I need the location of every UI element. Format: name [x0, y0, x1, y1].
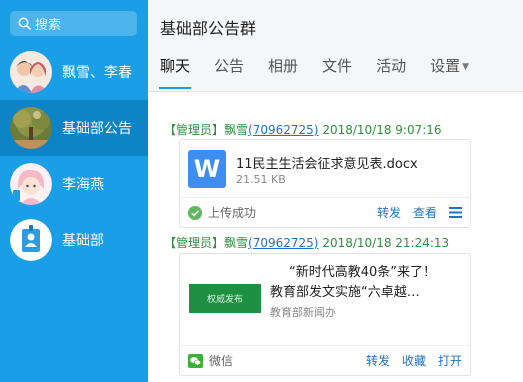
file-card[interactable]: W 11民主生活会征求意见表.docx 21.51 KB 上传成功 转发 查看 — [179, 139, 471, 228]
sender-name[interactable]: 飘雪 — [224, 236, 248, 250]
open-button[interactable]: 打开 — [438, 352, 462, 369]
sender-qq[interactable]: (70962725) — [248, 236, 318, 250]
chat-panel: 基础部公告群 聊天 公告 相册 文件 活动 设置 ▼ 【管理员】飘雪(709627… — [148, 0, 523, 382]
tree-photo-avatar — [10, 107, 52, 149]
tab-activity[interactable]: 活动 — [376, 55, 406, 76]
message-time: 2018/10/18 9:07:16 — [322, 123, 442, 137]
file-size: 21.51 KB — [236, 173, 286, 186]
message-time: 2018/10/18 21:24:13 — [322, 236, 450, 250]
sender-role: 【管理员】 — [164, 123, 225, 137]
contact-item[interactable]: 飘雪、李春 — [0, 44, 148, 100]
contact-item[interactable]: 基础部 — [0, 212, 148, 268]
file-card-footer: 上传成功 转发 查看 — [180, 197, 470, 227]
search-icon — [18, 17, 31, 30]
article-title[interactable]: “新时代高教40条”来了！ 教育部发文实施“六卓越… — [270, 263, 455, 303]
tab-settings-label: 设置 — [430, 57, 461, 75]
sender-name[interactable]: 飘雪 — [224, 123, 248, 137]
tab-album[interactable]: 相册 — [268, 55, 298, 76]
article-source: 教育部新闻办 — [270, 306, 336, 319]
chat-header: 基础部公告群 聊天 公告 相册 文件 活动 设置 ▼ — [148, 0, 523, 92]
check-circle-icon — [188, 205, 202, 220]
file-name[interactable]: 11民主生活会征求意见表.docx — [236, 153, 418, 172]
sender-role: 【管理员】 — [164, 236, 225, 250]
contact-name: 基础部 — [62, 233, 104, 249]
view-button[interactable]: 查看 — [413, 204, 437, 221]
article-title-line2: 教育部发文实施“六卓越… — [270, 285, 420, 300]
contact-item-active[interactable]: 基础部公告 — [0, 100, 148, 156]
wechat-icon — [188, 353, 203, 368]
tab-announcement[interactable]: 公告 — [214, 55, 244, 76]
favorite-button[interactable]: 收藏 — [402, 352, 426, 369]
forward-button[interactable]: 转发 — [366, 352, 390, 369]
article-card[interactable]: 权威发布 “新时代高教40条”来了！ 教育部发文实施“六卓越… 教育部新闻办 微… — [179, 253, 471, 376]
badge-avatar — [10, 219, 52, 261]
group-title: 基础部公告群 — [160, 19, 257, 38]
article-card-footer: 微信 转发 收藏 打开 — [180, 345, 470, 375]
tab-bar: 聊天 公告 相册 文件 活动 设置 ▼ — [158, 55, 493, 89]
tab-chat[interactable]: 聊天 — [158, 55, 192, 89]
source-app: 微信 — [188, 352, 354, 369]
word-doc-icon: W — [188, 150, 226, 188]
caret-down-icon: ▼ — [462, 62, 470, 72]
search-input[interactable]: 搜索 — [10, 11, 137, 36]
sender-qq[interactable]: (70962725) — [248, 123, 318, 137]
contact-name: 李海燕 — [62, 177, 104, 193]
upload-status: 上传成功 — [188, 204, 365, 221]
forward-button[interactable]: 转发 — [377, 204, 401, 221]
thumbnail-text: 权威发布 — [206, 295, 243, 305]
contact-name: 基础部公告 — [62, 121, 132, 137]
message-meta: 【管理员】飘雪(70962725) 2018/10/18 21:24:13 — [164, 234, 449, 251]
phone-icon — [12, 189, 21, 202]
couple-avatar — [10, 51, 52, 93]
source-app-name: 微信 — [209, 354, 234, 368]
tab-settings[interactable]: 设置 ▼ — [430, 55, 469, 76]
contact-item[interactable]: 李海燕 — [0, 156, 148, 212]
upload-status-text: 上传成功 — [208, 206, 257, 220]
message-meta: 【管理员】飘雪(70962725) 2018/10/18 9:07:16 — [164, 121, 442, 138]
sidebar: 搜索 飘雪、李春 基础部公告 李海燕 基础部 — [0, 0, 148, 382]
girl-avatar — [10, 163, 52, 205]
article-title-line1: “新时代高教40条”来了！ — [288, 265, 436, 280]
article-thumbnail: 权威发布 — [189, 284, 261, 313]
menu-icon[interactable] — [449, 207, 462, 218]
search-placeholder: 搜索 — [35, 18, 62, 33]
contact-name: 飘雪、李春 — [62, 65, 132, 81]
tab-files[interactable]: 文件 — [322, 55, 352, 76]
